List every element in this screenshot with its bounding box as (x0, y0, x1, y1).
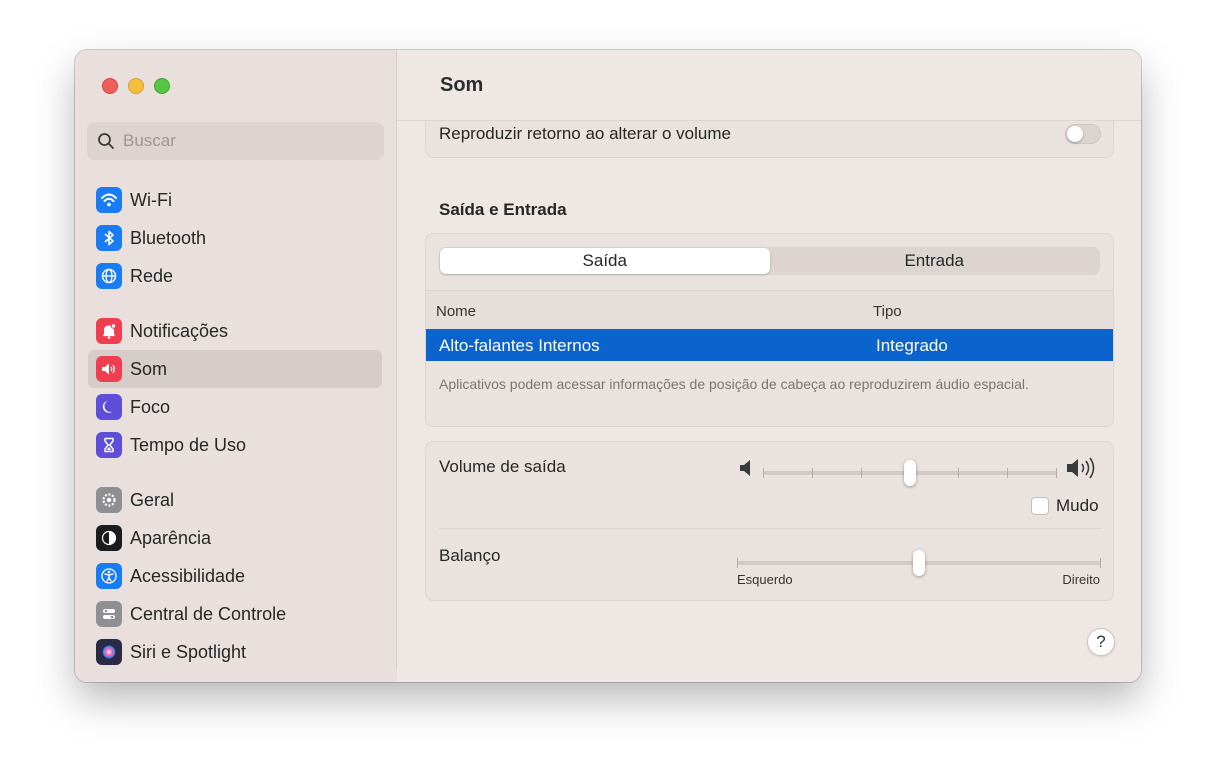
sidebar-list: Wi-Fi Bluetooth Rede Notificações Som Foco Tem… (88, 181, 382, 671)
search-icon (98, 133, 114, 149)
sidebar-item-rede[interactable]: Rede (88, 257, 382, 295)
minimize-button[interactable] (128, 78, 144, 94)
sidebar-item-label: Foco (130, 396, 171, 417)
wifi-icon (96, 187, 122, 213)
balance-left-label: Esquerdo (737, 572, 793, 587)
settings-window: Wi-Fi Bluetooth Rede Notificações Som Foco Tem… (75, 50, 1141, 682)
speaker-icon (96, 356, 122, 382)
hourglass-icon (96, 432, 122, 458)
feedback-toggle[interactable] (1065, 124, 1101, 144)
sidebar-item-foco[interactable]: Foco (88, 388, 382, 426)
slider-tick (1056, 468, 1057, 478)
speaker-high-icon (1067, 457, 1095, 479)
slider-tick (1007, 468, 1008, 478)
output-volume-label: Volume de saída (439, 457, 566, 476)
control-center-icon (96, 601, 122, 627)
sidebar-item-geral[interactable]: Geral (88, 481, 382, 519)
sidebar-item-label: Aparência (130, 527, 212, 548)
slider-tick (958, 468, 959, 478)
sidebar-item-siri-e-spotlight[interactable]: Siri e Spotlight (88, 633, 382, 671)
section-title: Saída e Entrada (439, 200, 567, 219)
sidebar-item-label: Geral (130, 489, 175, 510)
tab-input[interactable]: Entrada (770, 248, 1100, 274)
divider (439, 528, 1101, 529)
sidebar-item-label: Siri e Spotlight (130, 641, 247, 662)
sidebar-item-label: Tempo de Uso (130, 434, 247, 455)
search-input[interactable] (123, 131, 363, 151)
sidebar-item-bluetooth[interactable]: Bluetooth (88, 219, 382, 257)
sidebar-item-wi-fi[interactable]: Wi-Fi (88, 181, 382, 219)
globe-icon (96, 263, 122, 289)
output-input-segmented-control: Saída Entrada (439, 247, 1100, 275)
sidebar-item-label: Notificações (130, 320, 229, 341)
window-controls (102, 78, 170, 94)
sidebar-item-central-de-controle[interactable]: Central de Controle (88, 595, 382, 633)
titlebar: Som (398, 50, 1141, 121)
slider-tick (763, 468, 764, 478)
siri-icon (96, 639, 122, 665)
sidebar-item-som[interactable]: Som (88, 350, 382, 388)
moon-icon (96, 394, 122, 420)
sidebar-group-spacer (88, 464, 382, 481)
slider-tick (861, 468, 862, 478)
page-title: Som (440, 74, 484, 96)
bell-icon (96, 318, 122, 344)
device-type: Integrado (876, 336, 948, 355)
balance-right-label: Direito (1062, 572, 1100, 587)
gear-icon (96, 487, 122, 513)
output-input-card: Saída Entrada Nome Tipo Alto-falantes In… (425, 233, 1114, 427)
slider-thumb[interactable] (904, 460, 916, 486)
sidebar-bottom-edge (75, 668, 397, 682)
search-box[interactable] (87, 122, 384, 160)
sidebar-item-label: Som (130, 358, 168, 379)
sidebar-item-label: Central de Controle (130, 603, 287, 624)
sidebar-item-label: Rede (130, 265, 174, 286)
toggle-knob (1067, 126, 1083, 142)
bluetooth-icon (96, 225, 122, 251)
sidebar-item-notificacoes[interactable]: Notificações (88, 312, 382, 350)
main-pane: Reproduzir retorno ao alterar o volume S… (398, 50, 1141, 682)
slider-tick (1100, 558, 1101, 568)
tab-output[interactable]: Saída (440, 248, 770, 274)
table-header: Nome Tipo (426, 290, 1113, 329)
volume-card: Volume de saída Mudo Balanço Esquerdo Di… (425, 441, 1114, 601)
slider-tick (737, 558, 738, 568)
accessibility-icon (96, 563, 122, 589)
column-header-name[interactable]: Nome (436, 303, 476, 320)
sidebar-item-acessibilidade[interactable]: Acessibilidade (88, 557, 382, 595)
speaker-low-icon (740, 460, 750, 476)
mute-label: Mudo (1056, 496, 1099, 515)
sidebar: Wi-Fi Bluetooth Rede Notificações Som Foco Tem… (75, 50, 397, 682)
zoom-button[interactable] (154, 78, 170, 94)
mute-checkbox[interactable]: Mudo (1031, 496, 1099, 516)
balance-label: Balanço (439, 546, 501, 565)
output-volume-slider[interactable] (763, 460, 1057, 486)
device-name: Alto-falantes Internos (439, 336, 600, 355)
appearance-icon (96, 525, 122, 551)
close-button[interactable] (102, 78, 118, 94)
sidebar-group-spacer (88, 295, 382, 312)
slider-thumb[interactable] (913, 550, 925, 576)
feedback-label: Reproduzir retorno ao alterar o volume (439, 124, 731, 143)
sidebar-item-tempo-de-uso[interactable]: Tempo de Uso (88, 426, 382, 464)
spatial-audio-note: Aplicativos podem acessar informações de… (439, 376, 1029, 392)
sidebar-item-label: Acessibilidade (130, 565, 246, 586)
sidebar-item-label: Bluetooth (130, 227, 207, 248)
sidebar-item-aparencia[interactable]: Aparência (88, 519, 382, 557)
mute-checkbox-box[interactable] (1031, 497, 1049, 515)
column-header-type[interactable]: Tipo (873, 303, 902, 320)
slider-tick (812, 468, 813, 478)
table-row[interactable]: Alto-falantes Internos Integrado (426, 329, 1113, 361)
sidebar-item-label: Wi-Fi (130, 189, 172, 210)
help-button[interactable]: ? (1087, 628, 1115, 656)
